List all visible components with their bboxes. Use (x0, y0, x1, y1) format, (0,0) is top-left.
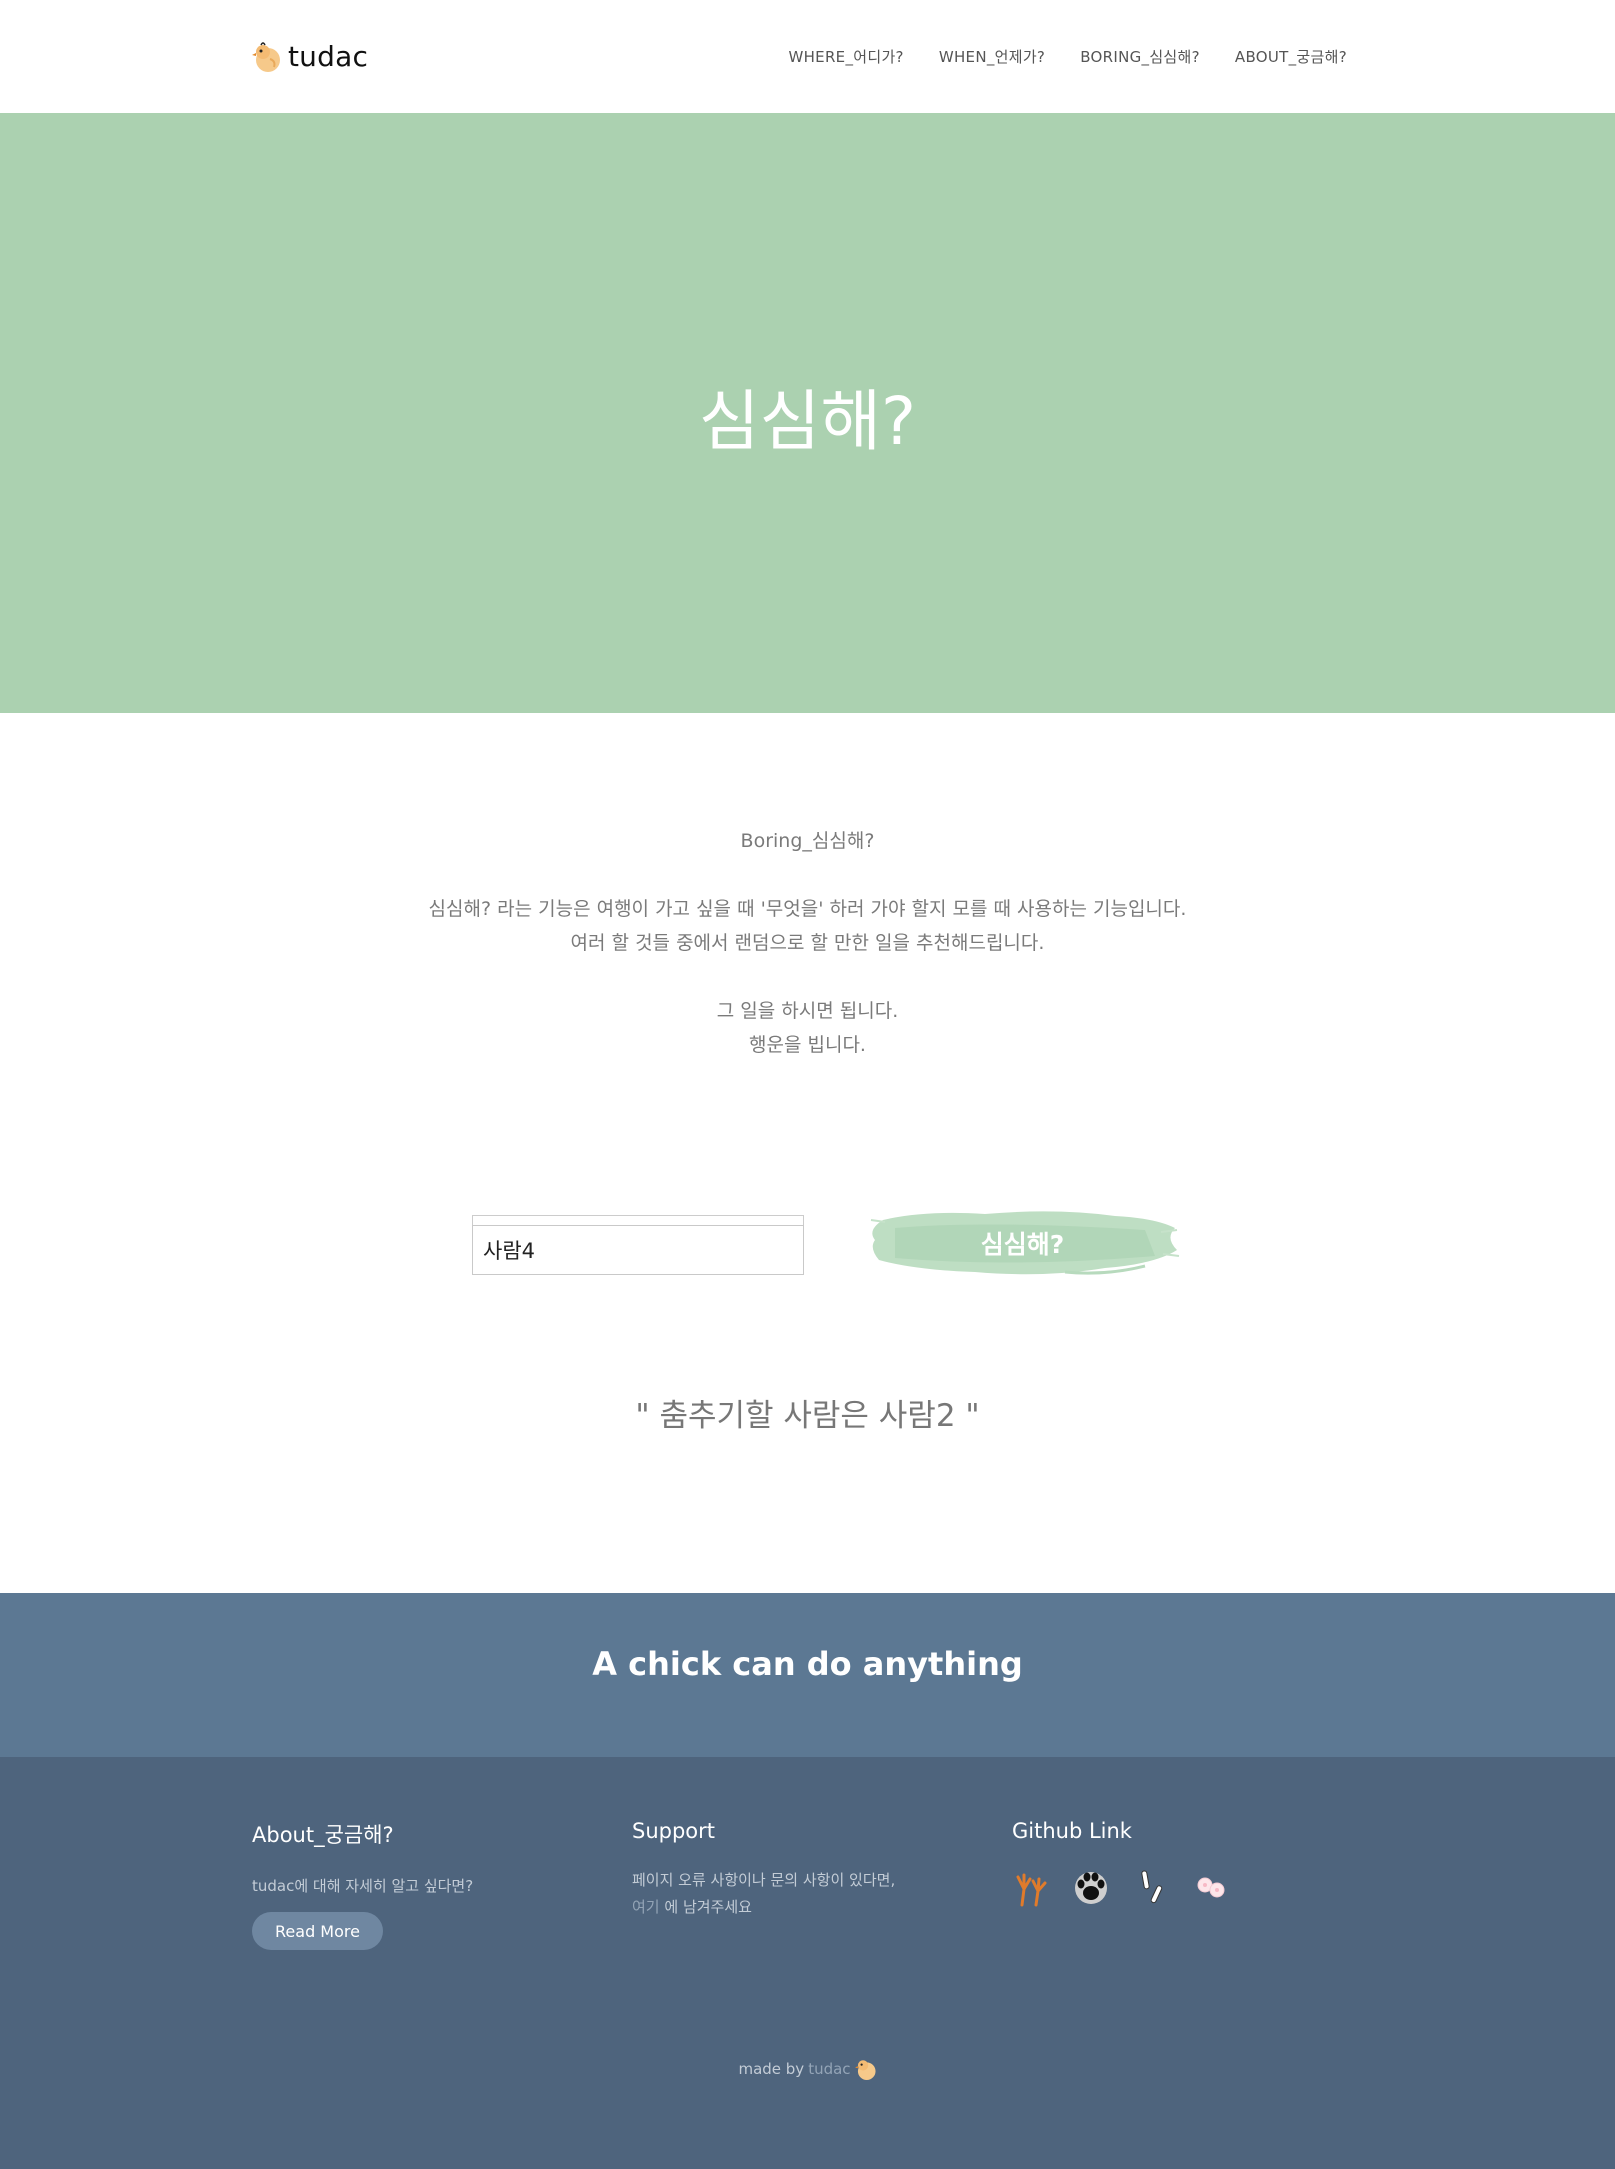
footer-support-title: Support (632, 1819, 716, 1843)
footer-support-line-1: 페이지 오류 사항이나 문의 사항이 있다면, (632, 1871, 896, 1889)
footer-support-line-2: 여기 에 남겨주세요 (632, 1894, 895, 1921)
footer-support-column: Support 페이지 오류 사항이나 문의 사항이 있다면, 여기 에 남겨주… (632, 1819, 895, 1921)
footer-about-text: tudac에 대해 자세히 알고 싶다면? (252, 1877, 474, 1895)
site-footer: About_궁금해? tudac에 대해 자세히 알고 싶다면? Read Mo… (0, 1757, 1615, 2169)
petals-icon[interactable] (1192, 1867, 1230, 1907)
support-line-rest: 에 남겨주세요 (659, 1898, 752, 1916)
slogan-text: A chick can do anything (592, 1645, 1023, 1683)
footer-github-column: Github Link (1012, 1819, 1230, 1907)
credit-name-link[interactable]: tudac (808, 2060, 850, 2078)
boring-button-label: 심심해? (980, 1230, 1065, 1259)
field-top-border (472, 1215, 804, 1225)
site-header: tudac WHERE_어디가? WHEN_언제가? BORING_심심해? A… (0, 0, 1615, 113)
nav-when[interactable]: WHEN_언제가? (939, 46, 1045, 67)
footer-about-column: About_궁금해? tudac에 대해 자세히 알고 싶다면? Read Mo… (252, 1819, 473, 1950)
footer-github-title: Github Link (1012, 1819, 1132, 1843)
read-more-button[interactable]: Read More (252, 1912, 383, 1950)
brand-link[interactable]: tudac (252, 40, 368, 73)
credit-prefix: made by (738, 2060, 805, 2078)
boring-submit-button[interactable]: 심심해? (865, 1198, 1180, 1288)
intro-line-1: 심심해? 라는 기능은 여행이 가고 싶을 때 '무엇을' 하러 가야 할지 모… (428, 898, 1187, 920)
brand-name: tudac (288, 40, 369, 73)
person-input[interactable] (472, 1225, 804, 1275)
chick-logo-icon (252, 41, 280, 72)
chicken-feet-icon[interactable] (1012, 1867, 1050, 1907)
bandage-icon[interactable] (1132, 1867, 1170, 1907)
intro-heading: Boring_심심해? (740, 830, 875, 852)
hero-title: 심심해? (698, 383, 917, 460)
nav-boring[interactable]: BORING_심심해? (1080, 46, 1200, 67)
main-nav: WHERE_어디가? WHEN_언제가? BORING_심심해? ABOUT_궁… (788, 46, 1347, 67)
nav-where[interactable]: WHERE_어디가? (788, 46, 903, 67)
support-here-link[interactable]: 여기 (632, 1898, 660, 1916)
intro-line-4: 행운을 빕니다. (749, 1034, 866, 1056)
intro-line-3: 그 일을 하시면 됩니다. (716, 1000, 899, 1022)
hero-banner: 심심해? (0, 113, 1615, 713)
paw-icon[interactable] (1072, 1867, 1110, 1907)
intro-section: Boring_심심해? 심심해? 라는 기능은 여행이 가고 싶을 때 '무엇을… (0, 824, 1615, 1062)
github-icon-row (1012, 1867, 1230, 1907)
slogan-band: A chick can do anything (0, 1593, 1615, 1757)
person-field-wrapper (472, 1215, 804, 1275)
chick-mini-icon (854, 2060, 876, 2080)
intro-line-2: 여러 할 것들 중에서 랜덤으로 할 만한 일을 추천해드립니다. (570, 932, 1045, 954)
result-text: " 춤추기할 사람은 사람2 " (635, 1398, 980, 1434)
footer-about-title: About_궁금해? (252, 1823, 394, 1847)
nav-about[interactable]: ABOUT_궁금해? (1235, 46, 1347, 67)
footer-credit: made by tudac (0, 2057, 1615, 2081)
